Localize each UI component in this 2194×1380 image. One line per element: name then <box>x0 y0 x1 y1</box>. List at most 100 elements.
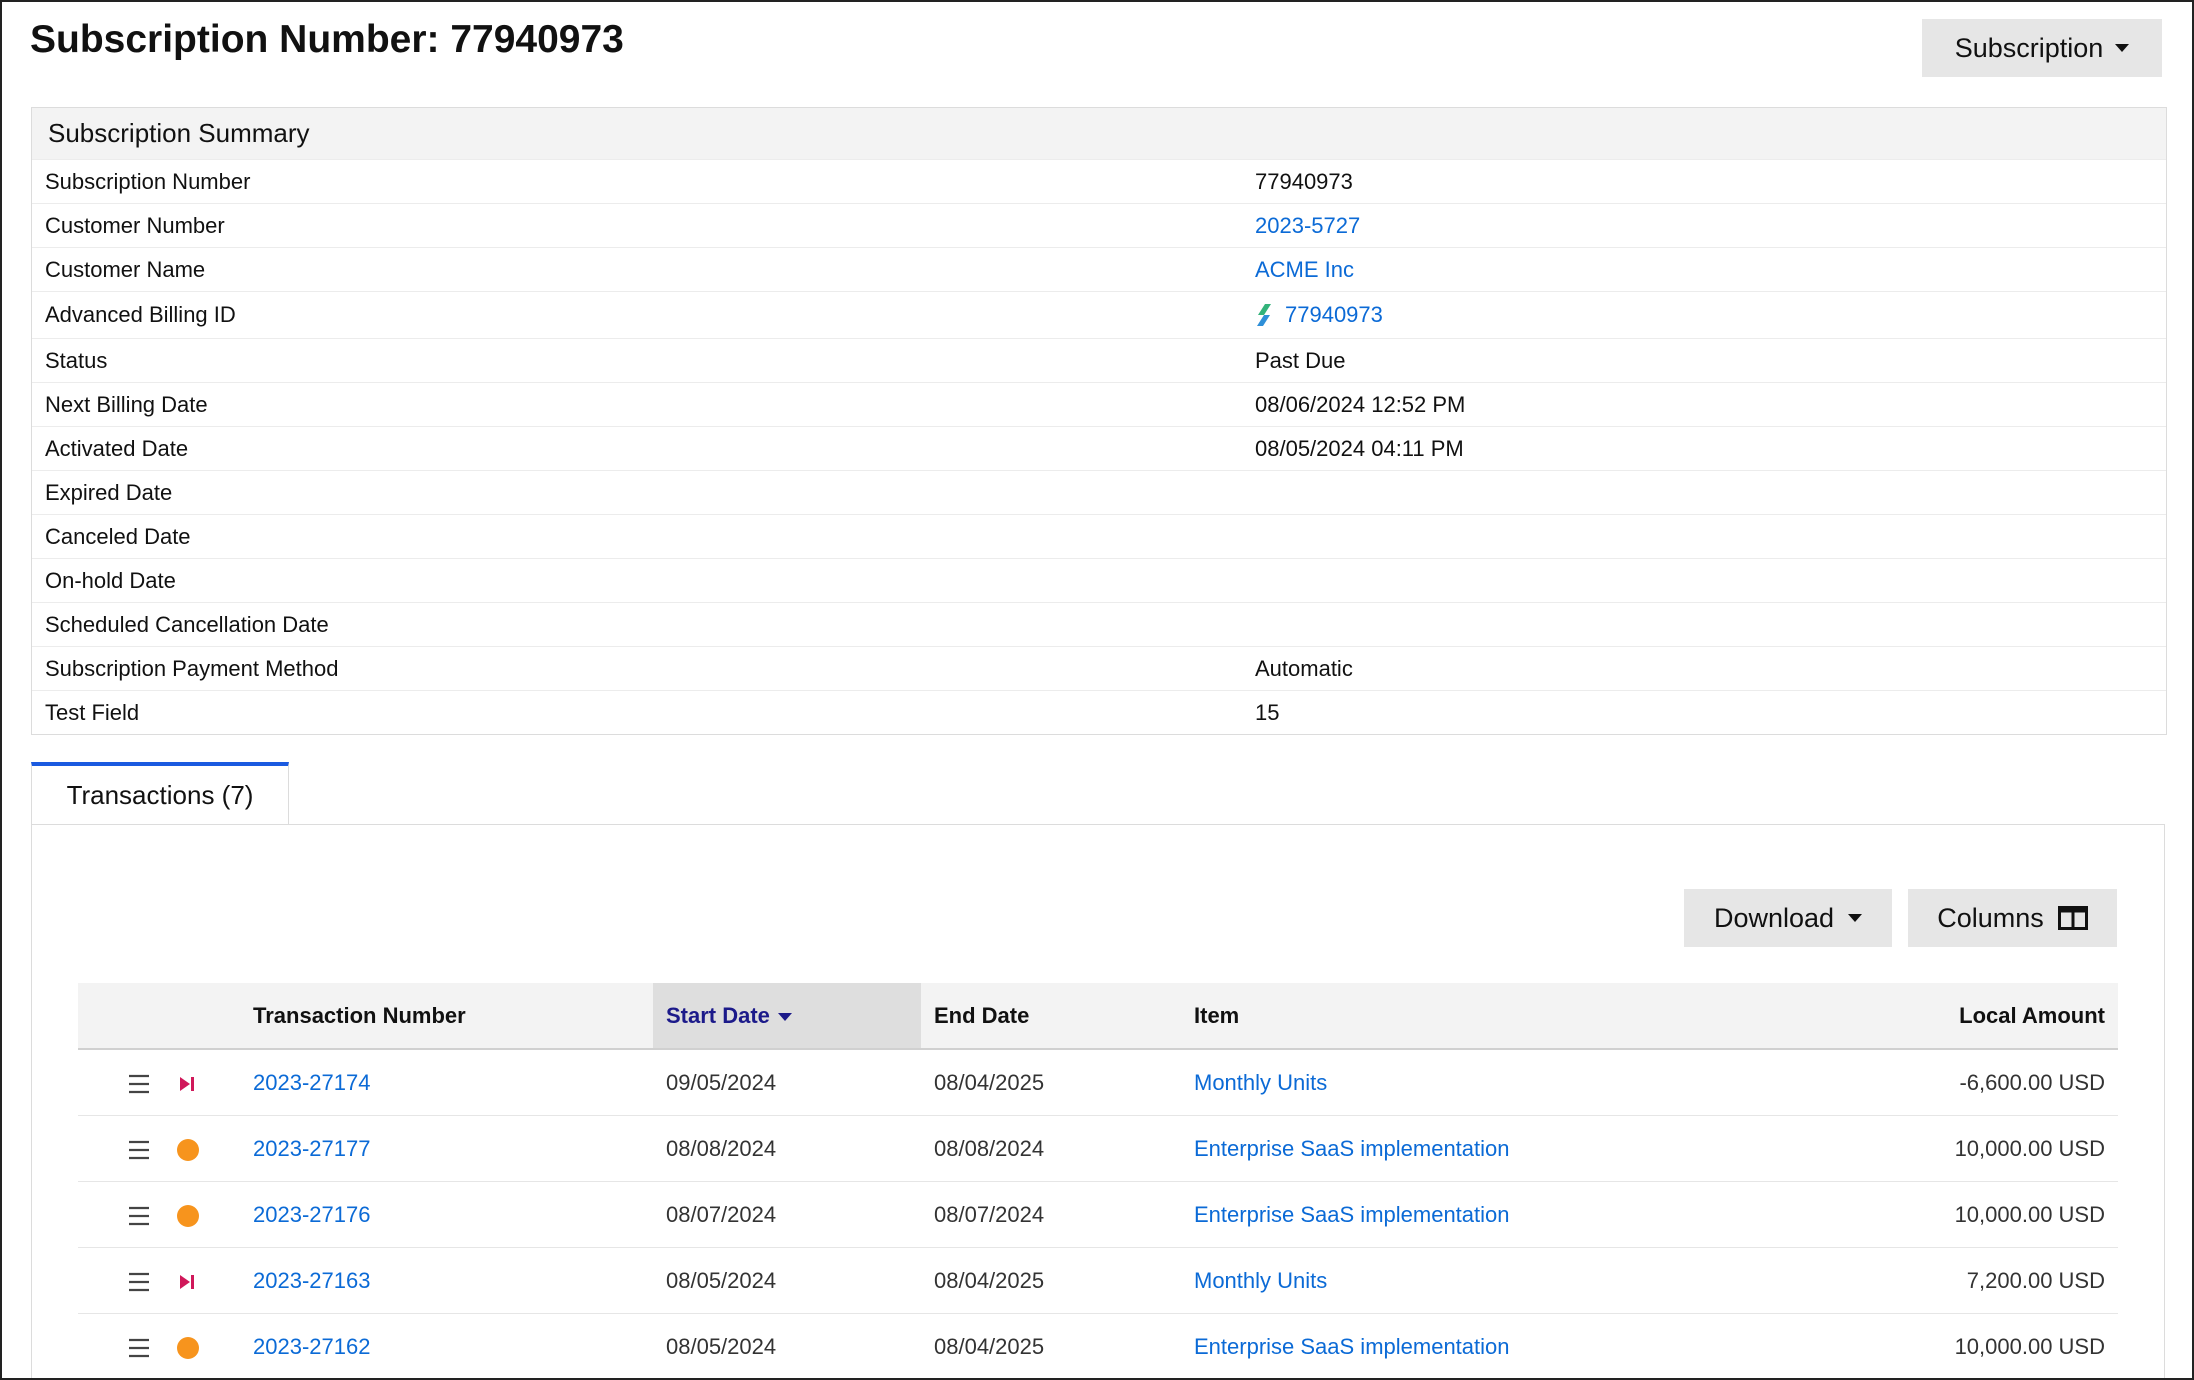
page-title: Subscription Number: 77940973 <box>30 18 624 61</box>
summary-row-label: Status <box>45 347 108 373</box>
columns-button[interactable]: Columns <box>1908 889 2117 947</box>
transaction-number-link[interactable]: 2023-27163 <box>253 1268 370 1293</box>
row-status-cell <box>164 1247 240 1314</box>
row-menu-icon[interactable] <box>127 1338 151 1358</box>
header-end-date[interactable]: End Date <box>921 983 1181 1050</box>
summary-row-label: On-hold Date <box>45 567 176 593</box>
summary-row-label: Subscription Payment Method <box>45 655 339 681</box>
row-menu-icon[interactable] <box>127 1140 151 1160</box>
transaction-number-link-cell: 2023-27174 <box>240 1049 653 1116</box>
summary-row-value: 2023-5727 <box>1255 213 1360 239</box>
item-link[interactable]: Enterprise SaaS implementation <box>1194 1136 1510 1161</box>
summary-row: On-hold Date <box>32 558 2166 602</box>
summary-row-label: Subscription Number <box>45 168 251 194</box>
transactions-table: Transaction Number Start Date End Date I… <box>78 983 2118 1378</box>
row-menu-icon[interactable] <box>127 1206 151 1226</box>
row-status-cell <box>164 1313 240 1378</box>
end-date-cell: 08/04/2025 <box>921 1049 1181 1116</box>
status-pending-icon <box>177 1204 199 1227</box>
local-amount-cell: 10,000.00 USD <box>1798 1313 2118 1378</box>
end-date: 08/07/2024 <box>934 1201 1045 1227</box>
header-local-amount[interactable]: Local Amount <box>1798 983 2118 1050</box>
table-row: 2023-27163 08/05/2024 08/04/2025 Monthly Un… <box>78 1247 2118 1314</box>
summary-value-text: Automatic <box>1255 655 1353 681</box>
tab-transactions[interactable]: Transactions (7) <box>31 762 289 824</box>
summary-row-label: Scheduled Cancellation Date <box>45 611 329 637</box>
start-date-cell: 08/05/2024 <box>653 1247 921 1314</box>
summary-row-value: 08/06/2024 12:52 PM <box>1255 392 1465 418</box>
row-actions-cell <box>78 1313 164 1378</box>
row-menu-icon[interactable] <box>127 1074 151 1094</box>
summary-row-label: Expired Date <box>45 479 173 505</box>
item-link-cell: Monthly Units <box>1181 1247 1799 1314</box>
summary-row: Expired Date <box>32 470 2166 514</box>
transaction-number-link[interactable]: 2023-27176 <box>253 1202 370 1227</box>
columns-icon <box>2057 906 2088 930</box>
row-status-cell <box>164 1181 240 1248</box>
start-date: 08/05/2024 <box>666 1333 777 1359</box>
item-link[interactable]: Monthly Units <box>1194 1070 1327 1095</box>
start-date-cell: 08/05/2024 <box>653 1313 921 1378</box>
summary-row-label: Customer Name <box>45 256 206 282</box>
item-link[interactable]: Enterprise SaaS implementation <box>1194 1202 1510 1227</box>
local-amount: 10,000.00 USD <box>1954 1333 2105 1359</box>
row-actions-cell <box>78 1247 164 1314</box>
end-date: 08/04/2025 <box>934 1069 1045 1095</box>
summary-value-link[interactable]: ACME Inc <box>1255 257 1354 283</box>
row-menu-icon[interactable] <box>127 1272 151 1292</box>
transaction-number-link[interactable]: 2023-27162 <box>253 1334 370 1359</box>
table-row: 2023-27176 08/07/2024 08/07/2024 Enterprise… <box>78 1181 2118 1248</box>
end-date-cell: 08/08/2024 <box>921 1115 1181 1182</box>
header-local-amount-label: Local Amount <box>1959 1002 2105 1028</box>
summary-value-text: 08/05/2024 04:11 PM <box>1255 435 1464 461</box>
end-date: 08/04/2025 <box>934 1333 1045 1359</box>
start-date: 08/05/2024 <box>666 1267 777 1293</box>
item-link[interactable]: Monthly Units <box>1194 1268 1327 1293</box>
local-amount: -6,600.00 USD <box>1959 1069 2105 1095</box>
download-button[interactable]: Download <box>1684 889 1892 947</box>
header-start-date[interactable]: Start Date <box>653 983 921 1050</box>
table-header-row: Transaction Number Start Date End Date I… <box>78 983 2118 1050</box>
summary-value-link[interactable]: 2023-5727 <box>1255 213 1360 239</box>
summary-row-label: Activated Date <box>45 435 189 461</box>
start-date-cell: 08/08/2024 <box>653 1115 921 1182</box>
end-date-cell: 08/04/2025 <box>921 1313 1181 1378</box>
header-actions <box>78 983 164 1050</box>
status-skip-forward-icon <box>180 1076 194 1091</box>
local-amount: 10,000.00 USD <box>1954 1135 2105 1161</box>
status-skip-forward-icon <box>180 1274 194 1289</box>
end-date-cell: 08/04/2025 <box>921 1247 1181 1314</box>
summary-row: Activated Date 08/05/2024 04:11 PM <box>32 426 2166 470</box>
summary-row-value: Automatic <box>1255 656 1353 682</box>
table-row: 2023-27162 08/05/2024 08/04/2025 Enterprise… <box>78 1313 2118 1378</box>
tab-transactions-label: Transactions (7) <box>66 779 254 810</box>
summary-row: Subscription Number 77940973 <box>32 159 2166 203</box>
header-item-label: Item <box>1194 1002 1240 1028</box>
summary-row-label: Test Field <box>45 699 140 725</box>
item-link[interactable]: Enterprise SaaS implementation <box>1194 1334 1510 1359</box>
summary-row-value: 15 <box>1255 700 1279 726</box>
row-status-cell <box>164 1115 240 1182</box>
summary-heading: Subscription Summary <box>32 108 2166 159</box>
transaction-number-link-cell: 2023-27176 <box>240 1181 653 1248</box>
status-pending-icon <box>177 1336 199 1359</box>
summary-value-link[interactable]: 77940973 <box>1285 302 1383 328</box>
status-pending-icon <box>177 1138 199 1161</box>
row-status-cell <box>164 1049 240 1116</box>
transaction-number-link-cell: 2023-27177 <box>240 1115 653 1182</box>
summary-row-label: Advanced Billing ID <box>45 302 236 327</box>
summary-row-value: 77940973 <box>1255 169 1353 195</box>
table-row: 2023-27174 09/05/2024 08/04/2025 Monthly Un… <box>78 1049 2118 1116</box>
header-transaction-number[interactable]: Transaction Number <box>240 983 653 1050</box>
transaction-number-link[interactable]: 2023-27177 <box>253 1136 370 1161</box>
summary-value-text: 15 <box>1255 699 1280 725</box>
subscription-menu-button[interactable]: Subscription <box>1922 19 2162 77</box>
summary-row-value: ACME Inc <box>1255 257 1354 283</box>
end-date-cell: 08/07/2024 <box>921 1181 1181 1248</box>
summary-row-label: Canceled Date <box>45 523 191 549</box>
header-transaction-number-label: Transaction Number <box>253 1002 466 1028</box>
start-date: 08/07/2024 <box>666 1201 777 1227</box>
local-amount-cell: 10,000.00 USD <box>1798 1115 2118 1182</box>
transaction-number-link[interactable]: 2023-27174 <box>253 1070 370 1095</box>
header-item[interactable]: Item <box>1181 983 1799 1050</box>
